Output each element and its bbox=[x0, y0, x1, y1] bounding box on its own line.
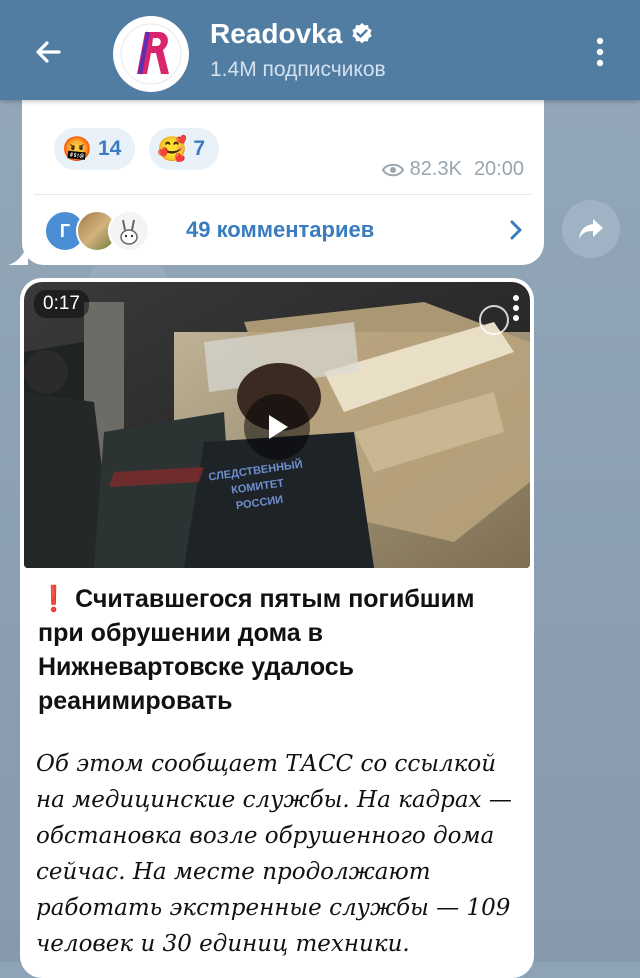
bubble-tail bbox=[8, 245, 28, 265]
reactions-row: 🤬 14 🥰 7 bbox=[54, 128, 220, 170]
headline-text: Считавшегося пятым погибшим при обрушени… bbox=[38, 585, 475, 715]
verified-badge-icon bbox=[352, 23, 372, 44]
comments-count-label: 49 комментариев bbox=[186, 217, 375, 242]
commenter-avatars: Г bbox=[44, 208, 150, 252]
video-options-button[interactable] bbox=[512, 294, 520, 327]
exclamation-icon: ❗ bbox=[38, 585, 70, 613]
reaction-count: 14 bbox=[98, 137, 122, 160]
post-body: Об этом сообщает ТАСС со ссылкой на меди… bbox=[36, 751, 512, 957]
channel-avatar[interactable] bbox=[113, 16, 189, 92]
more-options-button[interactable] bbox=[580, 30, 620, 74]
bunny-sticker-icon bbox=[120, 219, 138, 245]
previous-post-bubble: 🤬 14 🥰 7 82.3K 20:00 Г 49 комментариев bbox=[8, 76, 544, 265]
share-button[interactable] bbox=[562, 200, 620, 258]
comments-divider bbox=[34, 194, 532, 195]
vertical-dots-icon bbox=[513, 295, 519, 321]
views-eye-icon bbox=[381, 163, 404, 176]
video-duration: 0:17 bbox=[34, 290, 89, 318]
comments-button[interactable]: Г 49 комментариев bbox=[44, 206, 524, 254]
view-count: 82.3K bbox=[409, 158, 462, 180]
subscriber-count: 1.4M подписчиков bbox=[210, 58, 386, 81]
reaction-count: 7 bbox=[193, 137, 206, 160]
post-time: 20:00 bbox=[473, 158, 524, 180]
angry-cursing-emoji-icon: 🤬 bbox=[62, 135, 92, 163]
back-arrow-icon bbox=[36, 41, 61, 63]
video-player[interactable]: СЛЕДСТВЕННЫЙ КОМИТЕТ РОССИИ 0:17 bbox=[24, 282, 530, 568]
share-arrow-icon bbox=[579, 219, 603, 239]
reaction-angry[interactable]: 🤬 14 bbox=[54, 128, 136, 170]
chevron-right-icon bbox=[510, 220, 522, 240]
channel-title[interactable]: Readovka bbox=[210, 18, 374, 50]
vertical-dots-icon bbox=[596, 37, 604, 67]
readovka-logo-icon bbox=[120, 23, 182, 85]
play-icon bbox=[269, 415, 288, 439]
post-headline: ❗ Считавшегося пятым погибшим при обрушен… bbox=[38, 582, 518, 718]
back-button[interactable] bbox=[22, 26, 74, 78]
channel-name: Readovka bbox=[210, 18, 343, 49]
commenter-avatar bbox=[108, 210, 150, 252]
post-bubble: СЛЕДСТВЕННЫЙ КОМИТЕТ РОССИИ 0:17 ❗ Считав… bbox=[20, 278, 534, 978]
channel-header: Readovka 1.4M подписчиков bbox=[0, 0, 640, 100]
post-meta: 82.3K 20:00 bbox=[381, 158, 524, 181]
reaction-hearts[interactable]: 🥰 7 bbox=[149, 128, 220, 170]
smiling-hearts-emoji-icon: 🥰 bbox=[157, 135, 188, 163]
play-button[interactable] bbox=[244, 394, 310, 460]
